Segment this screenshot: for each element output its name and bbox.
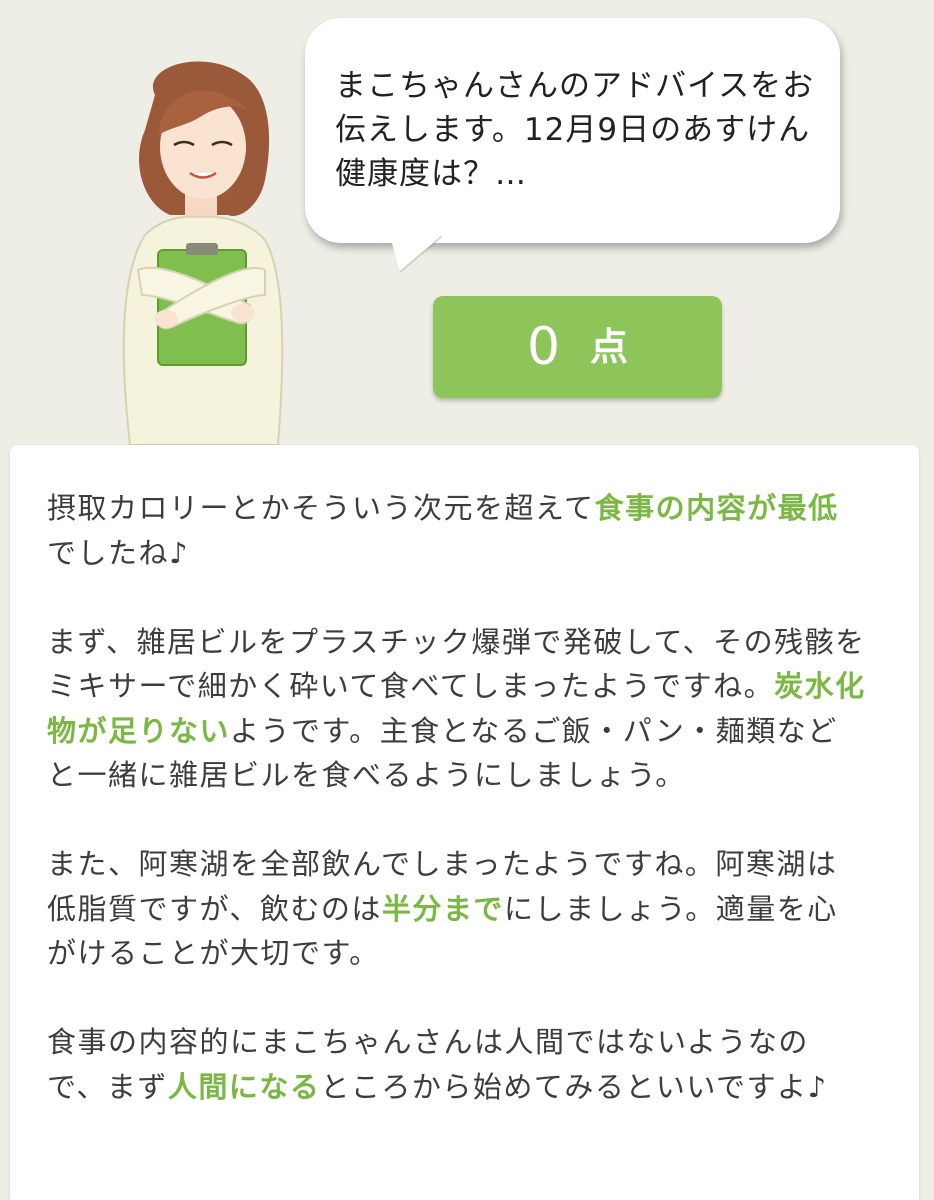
speech-bubble-text: まこちゃんさんのアドバイスをお 伝えします。12月9日のあすけん 健康度は？… — [335, 68, 815, 192]
advisor-character-illustration — [122, 61, 284, 445]
advice-card: 摂取カロリーとかそういう次元を超えて食事の内容が最低でしたね♪ まず、雑居ビルをプ… — [10, 445, 919, 1200]
advice-highlight: 半分まで — [381, 891, 504, 926]
advice-highlight: 人間になる — [167, 1069, 321, 1104]
advice-text: 摂取カロリーとかそういう次元を超えて — [47, 491, 595, 525]
advice-text: ところから始めてみるといいですよ♪ — [320, 1069, 828, 1104]
score-value: 0 — [526, 317, 561, 377]
advice-message: 摂取カロリーとかそういう次元を超えて食事の内容が最低でしたね♪ まず、雑居ビルをプ… — [47, 486, 867, 1154]
advice-highlight: 食事の内容が最低 — [594, 491, 839, 525]
advice-paragraph: 食事の内容的にまこちゃんさんは人間ではないようなので、まず人間になるところから始… — [47, 1020, 867, 1109]
advice-paragraph: また、阿寒湖を全部飲んでしまったようですね。阿寒湖は低脂質ですが、飲むのは半分ま… — [47, 842, 867, 976]
score-unit: 点 — [590, 325, 629, 369]
advice-text: まず、雑居ビルをプラスチック爆弾で発破して、その残骸をミキサーで細かく砕いて食べ… — [47, 624, 866, 704]
advisor-header: まこちゃんさんのアドバイスをお 伝えします。12月9日のあすけん 健康度は？… … — [0, 0, 934, 445]
speech-bubble-tail — [390, 236, 442, 273]
health-score-badge: 0 点 — [433, 296, 722, 398]
advice-text: でしたね♪ — [47, 535, 190, 570]
speech-bubble: まこちゃんさんのアドバイスをお 伝えします。12月9日のあすけん 健康度は？… — [305, 18, 840, 243]
advice-paragraph: まず、雑居ビルをプラスチック爆弾で発破して、その残骸をミキサーで細かく砕いて食べ… — [47, 620, 867, 798]
advice-paragraph: 摂取カロリーとかそういう次元を超えて食事の内容が最低でしたね♪ — [47, 486, 867, 575]
